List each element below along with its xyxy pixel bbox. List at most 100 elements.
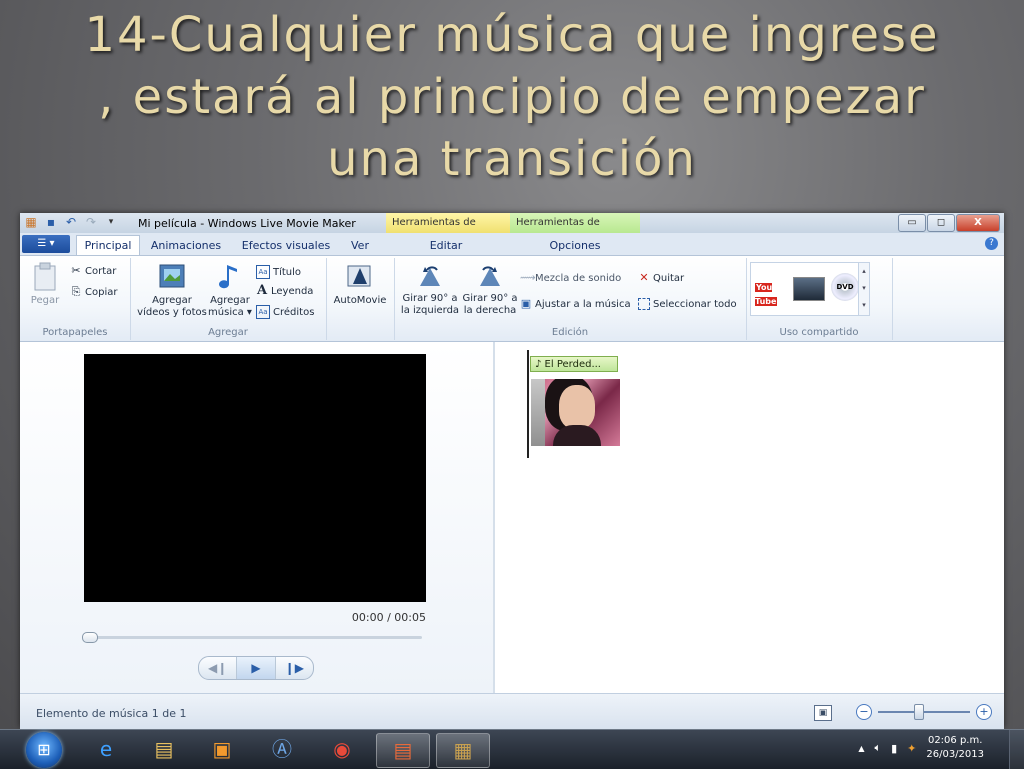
cut-button[interactable]: ✂ Cortar	[70, 265, 116, 277]
slide-title-line-3: una transición	[327, 131, 697, 187]
music-note-icon	[219, 265, 237, 289]
share-gallery: You Tube DVD ▴ ▾ ▾	[750, 262, 870, 316]
next-frame-button[interactable]: ❙▶	[276, 657, 313, 679]
storyboard: ♪ El Perded...	[495, 342, 1004, 693]
scissors-icon: ✂	[71, 264, 81, 277]
zoom-out-button[interactable]: −	[856, 704, 872, 720]
thumbnail-face	[559, 385, 595, 429]
chrome-icon[interactable]: ◉	[316, 733, 368, 766]
sound-mix-icon: ⟿	[520, 271, 536, 284]
add-videos-photos-button[interactable]: Agregar vídeos y fotos	[136, 262, 208, 319]
slide-title: 14-Cualquier música que ingrese , estará…	[40, 4, 984, 190]
tab-opciones[interactable]: Opciones	[540, 236, 610, 255]
zoom-slider[interactable]	[878, 704, 970, 720]
previous-frame-button[interactable]: ◀❙	[199, 657, 236, 679]
remove-x-icon: ✕	[639, 271, 649, 284]
rotate-right-icon	[480, 266, 500, 286]
save-icon[interactable]: ▪	[44, 215, 58, 229]
windows-logo-icon: ⊞	[37, 740, 51, 759]
rotate-right-line1: Girar 90° a	[462, 293, 518, 304]
app-menu-button[interactable]: ☰ ▾	[22, 235, 70, 253]
battery-icon[interactable]: ▮	[891, 742, 897, 755]
ribbon-tabs: ☰ ▾ Principal Animaciones Efectos visual…	[20, 233, 1004, 256]
storyboard-view-icon[interactable]: ▣	[814, 705, 832, 721]
help-icon[interactable]: ?	[985, 237, 998, 250]
redo-icon[interactable]: ↷	[84, 215, 98, 229]
add-videos-line2: vídeos y fotos	[137, 307, 207, 318]
status-bar: Elemento de música 1 de 1 ▣ − +	[20, 693, 1004, 729]
network-icon[interactable]: ✦	[907, 742, 916, 755]
paste-button[interactable]: Pegar	[28, 262, 62, 307]
tab-principal[interactable]: Principal	[76, 235, 140, 255]
video-preview[interactable]	[84, 354, 426, 602]
sound-mix-button[interactable]: ⟿ Mezcla de sonido	[520, 272, 621, 284]
fit-to-music-label: Ajustar a la música	[535, 298, 631, 310]
credits-icon: Aa	[256, 305, 270, 319]
rotate-right-line2: la derecha	[463, 305, 517, 316]
sound-mix-label: Mezcla de sonido	[535, 272, 622, 284]
remove-button[interactable]: ✕ Quitar	[638, 272, 684, 284]
credits-button[interactable]: Aa Créditos	[256, 305, 314, 319]
dvd-share-button[interactable]: DVD	[831, 273, 859, 301]
app-a-icon[interactable]: Ⓐ	[256, 733, 308, 766]
cut-label: Cortar	[85, 265, 117, 277]
tab-animaciones[interactable]: Animaciones	[146, 236, 226, 255]
monitor-share-button[interactable]	[793, 277, 825, 301]
tray-expand-icon[interactable]: ▲	[858, 744, 864, 753]
zoom-in-button[interactable]: +	[976, 704, 992, 720]
film-photo-icon	[159, 264, 185, 288]
main-area: 00:00 / 00:05 ◀❙ ▶ ❙▶ ♪ El Perded...	[20, 342, 1004, 693]
group-automovie: AutoMovie	[326, 258, 395, 340]
automovie-button[interactable]: AutoMovie	[330, 262, 390, 307]
tab-efectos-visuales[interactable]: Efectos visuales	[238, 236, 334, 255]
movie-maker-taskbar-icon[interactable]: ▦	[436, 733, 490, 768]
qat-dropdown-icon[interactable]: ▾	[104, 215, 118, 229]
copy-button[interactable]: ⎘ Copiar	[70, 285, 118, 298]
tab-ver[interactable]: Ver	[342, 236, 378, 255]
caption-button[interactable]: A Leyenda	[256, 284, 313, 297]
volume-icon[interactable]: 🔈︎	[874, 741, 881, 755]
rotate-left-button[interactable]: Girar 90° a la izquierda	[400, 262, 460, 317]
media-player-icon[interactable]: ▣	[196, 733, 248, 766]
group-uso-compartido: You Tube DVD ▴ ▾ ▾ Uso compartido	[746, 258, 893, 340]
show-desktop-button[interactable]	[1009, 730, 1024, 769]
rotate-right-button[interactable]: Girar 90° a la derecha	[460, 262, 520, 317]
close-button[interactable]: X	[956, 214, 1000, 232]
fit-to-music-button[interactable]: ▣ Ajustar a la música	[520, 298, 631, 310]
maximize-button[interactable]: ◻	[927, 214, 955, 232]
add-music-button[interactable]: Agregar música ▾	[208, 262, 252, 319]
timecode: 00:00 / 00:05	[351, 611, 426, 624]
window-controls: ▭ ◻ X	[897, 214, 1000, 232]
seek-knob[interactable]	[82, 632, 98, 643]
file-explorer-icon[interactable]: ▤	[138, 733, 190, 766]
playhead[interactable]	[527, 350, 529, 458]
transition-strip	[531, 379, 545, 446]
zoom-knob[interactable]	[914, 704, 924, 720]
credits-label: Créditos	[273, 306, 315, 318]
internet-explorer-icon[interactable]: e	[80, 733, 132, 766]
select-all-button[interactable]: Seleccionar todo	[638, 298, 737, 310]
gallery-scroll[interactable]: ▴ ▾ ▾	[858, 263, 869, 315]
powerpoint-icon[interactable]: ▤	[376, 733, 430, 768]
music-clip[interactable]: ♪ El Perded...	[530, 356, 618, 372]
clock[interactable]: 02:06 p.m. 26/03/2013	[926, 734, 984, 762]
app-film-icon: ▦	[25, 215, 37, 229]
clock-time: 02:06 p.m.	[927, 735, 983, 746]
start-button[interactable]: ⊞	[26, 732, 62, 768]
minimize-button[interactable]: ▭	[898, 214, 926, 232]
video-thumbnail[interactable]	[531, 379, 620, 446]
youtube-label: You Tube	[755, 283, 778, 306]
undo-icon[interactable]: ↶	[64, 215, 78, 229]
copy-icon: ⎘	[71, 285, 81, 298]
title-label: Título	[273, 266, 302, 278]
title-icon: Aa	[256, 265, 270, 279]
title-button[interactable]: Aa Título	[256, 265, 301, 279]
group-edicion: Girar 90° a la izquierda Girar 90° a la …	[394, 258, 747, 340]
tab-editar[interactable]: Editar	[416, 236, 476, 255]
rotate-left-line2: la izquierda	[400, 305, 460, 316]
preview-pane: 00:00 / 00:05 ◀❙ ▶ ❙▶	[20, 342, 495, 693]
seek-bar[interactable]	[82, 632, 422, 643]
movie-maker-window: ▦ ▪ ↶ ↷ ▾ Mi película - Windows Live Mov…	[20, 213, 1004, 729]
play-button[interactable]: ▶	[236, 657, 276, 679]
youtube-share-button[interactable]: You Tube	[755, 281, 787, 306]
